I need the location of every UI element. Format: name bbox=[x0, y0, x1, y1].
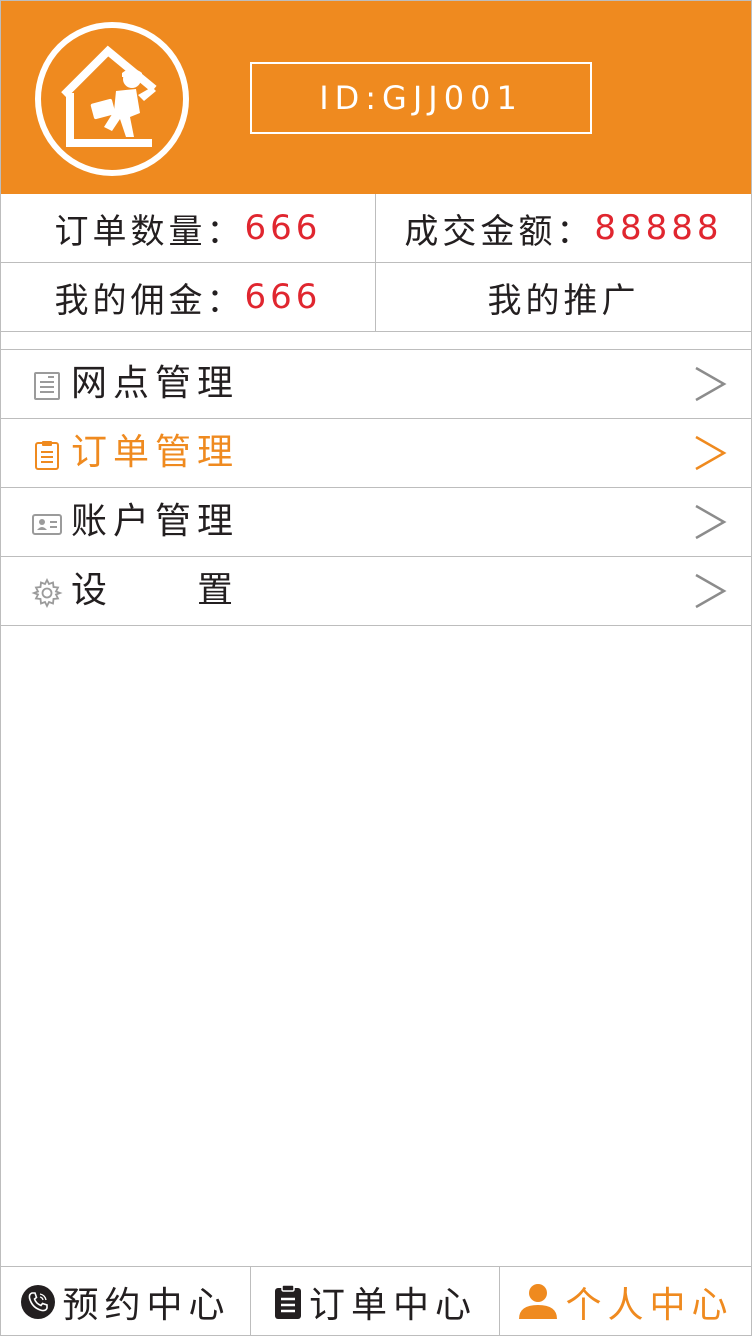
tab-booking-center[interactable]: 预约中心 bbox=[1, 1267, 251, 1336]
clipboard-icon bbox=[274, 1283, 301, 1319]
chevron-right-icon bbox=[695, 504, 727, 540]
profile-header: ID:GJJ001 bbox=[1, 1, 751, 194]
stat-label: 我的推广 bbox=[487, 280, 640, 321]
stat-commission[interactable]: 我的佣金： 666 bbox=[1, 263, 376, 332]
stat-promotion[interactable]: 我的推广 bbox=[376, 263, 751, 332]
menu-item-branch-management[interactable]: 网点管理 bbox=[1, 350, 751, 419]
chevron-right-icon bbox=[695, 435, 727, 471]
menu-item-account-management[interactable]: 账户管理 bbox=[1, 488, 751, 557]
menu-item-order-management[interactable]: 订单管理 bbox=[1, 419, 751, 488]
stat-label: 成交金额： bbox=[404, 211, 595, 252]
stat-label: 订单数量： bbox=[54, 211, 245, 252]
stat-value: 666 bbox=[244, 208, 322, 248]
stat-value: 666 bbox=[244, 277, 322, 317]
gear-icon bbox=[31, 577, 63, 609]
user-id-badge: ID:GJJ001 bbox=[250, 62, 592, 134]
house-repairman-logo-icon bbox=[35, 22, 189, 176]
tab-personal-center[interactable]: 个人中心 bbox=[500, 1267, 751, 1336]
tab-label: 订单中心 bbox=[308, 1284, 477, 1326]
chevron-right-icon bbox=[695, 573, 727, 609]
document-list-icon bbox=[34, 372, 60, 400]
menu-item-settings[interactable]: 设 置 bbox=[1, 557, 751, 626]
menu-item-label: 账户管理 bbox=[71, 501, 240, 542]
stat-deal-amount[interactable]: 成交金额： 88888 bbox=[376, 194, 751, 263]
id-card-icon bbox=[32, 514, 62, 535]
phone-icon bbox=[21, 1284, 56, 1319]
tab-label: 预约中心 bbox=[62, 1284, 231, 1326]
user-icon bbox=[519, 1283, 558, 1319]
menu-item-label: 网点管理 bbox=[71, 363, 240, 404]
chevron-right-icon bbox=[695, 366, 727, 402]
tab-order-center[interactable]: 订单中心 bbox=[251, 1267, 500, 1336]
tab-label: 个人中心 bbox=[565, 1284, 734, 1326]
stat-label: 我的佣金： bbox=[54, 280, 245, 321]
menu-item-label: 设 置 bbox=[71, 570, 240, 611]
stat-order-count[interactable]: 订单数量： 666 bbox=[1, 194, 376, 263]
clipboard-icon bbox=[35, 441, 59, 470]
bottom-tab-bar: 预约中心 订单中心 个人中心 bbox=[1, 1266, 751, 1336]
settings-menu: 网点管理 订单管理 账户管理 设 置 bbox=[1, 349, 751, 626]
menu-item-label: 订单管理 bbox=[71, 432, 240, 473]
stats-grid: 订单数量： 666 成交金额： 88888 我的佣金： 666 我的推广 bbox=[1, 194, 751, 332]
stat-value: 88888 bbox=[594, 208, 723, 248]
